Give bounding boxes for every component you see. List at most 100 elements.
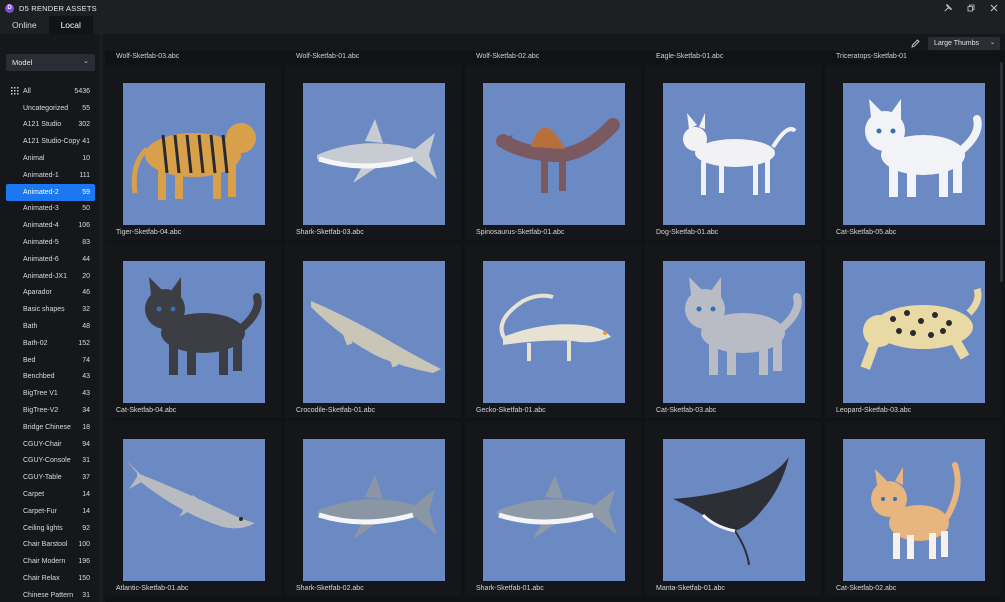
asset-card[interactable]: Cat-Sketfab-04.abc — [105, 243, 281, 418]
edit-icon[interactable] — [908, 37, 922, 50]
category-item[interactable]: BigTree-V2 34 — [6, 402, 95, 419]
pin-icon[interactable] — [936, 0, 959, 16]
category-item[interactable]: Chair Modern 196 — [6, 553, 95, 570]
asset-card[interactable]: Shark-Sketfab-02.abc — [285, 421, 461, 596]
category-item[interactable]: Animal 10 — [6, 150, 95, 167]
asset-thumbnail[interactable] — [483, 261, 625, 403]
category-item[interactable]: A121 Studio-Copy 41 — [6, 133, 95, 150]
tab-local[interactable]: Local — [48, 16, 93, 34]
asset-card[interactable]: Manta-Sketfab-01.abc — [645, 421, 821, 596]
asset-card[interactable]: Crocodile-Sketfab-01.abc — [285, 243, 461, 418]
category-label: A121 Studio-Copy — [23, 138, 80, 146]
asset-label: Wolf-Sketfab-02.abc — [476, 53, 540, 60]
category-item[interactable]: Aparador 46 — [6, 285, 95, 302]
asset-thumbnail[interactable] — [663, 83, 805, 225]
category-item[interactable]: Ceiling lights 92 — [6, 520, 95, 537]
category-item[interactable]: All 5436 — [6, 83, 95, 100]
category-item[interactable]: Basic shapes 32 — [6, 301, 95, 318]
asset-card[interactable]: Spinosaurus-Sketfab-01.abc — [465, 65, 641, 240]
asset-card[interactable]: Shark-Sketfab-01.abc — [465, 421, 641, 596]
asset-label: Wolf-Sketfab-01.abc — [296, 53, 360, 60]
asset-card[interactable]: Cat-Sketfab-03.abc — [645, 243, 821, 418]
asset-thumbnail[interactable] — [843, 261, 985, 403]
category-item[interactable]: Carpet 14 — [6, 486, 95, 503]
asset-thumbnail[interactable] — [303, 83, 445, 225]
category-item[interactable]: Uncategorized 55 — [6, 100, 95, 117]
category-count: 196 — [78, 558, 90, 566]
asset-card[interactable]: Atlantic-Sketfab-01.abc — [105, 421, 281, 596]
app-logo-icon: D — [5, 3, 14, 13]
asset-thumbnail[interactable] — [123, 261, 265, 403]
asset-thumbnail[interactable] — [843, 439, 985, 581]
asset-label: Manta-Sketfab-01.abc — [656, 585, 725, 592]
asset-thumbnail[interactable] — [483, 83, 625, 225]
category-item[interactable]: Bath-02 152 — [6, 335, 95, 352]
tab-bar: Online Local — [0, 16, 1005, 34]
category-item[interactable]: Benchbed 43 — [6, 369, 95, 386]
category-count: 55 — [82, 104, 90, 112]
category-label: Carpet-Fur — [23, 507, 57, 515]
category-count: 37 — [82, 474, 90, 482]
category-count: 74 — [82, 356, 90, 364]
close-icon[interactable] — [982, 0, 1005, 16]
category-item[interactable]: Animated-3 50 — [6, 201, 95, 218]
category-count: 5436 — [74, 87, 90, 95]
asset-thumbnail[interactable] — [483, 439, 625, 581]
tab-online[interactable]: Online — [0, 16, 49, 34]
asset-card[interactable]: Shark-Sketfab-03.abc — [285, 65, 461, 240]
category-item[interactable]: Carpet-Fur 14 — [6, 503, 95, 520]
chevron-down-icon: ⌄ — [989, 40, 995, 46]
category-count: 46 — [82, 289, 90, 297]
asset-type-dropdown[interactable]: Model ⌄ — [6, 54, 95, 71]
asset-card[interactable]: Cat-Sketfab-02.abc — [825, 421, 1001, 596]
category-item[interactable]: Animated-6 44 — [6, 251, 95, 268]
thumb-size-dropdown[interactable]: Large Thumbs ⌄ — [928, 37, 1000, 50]
category-item[interactable]: Animated-5 83 — [6, 234, 95, 251]
category-item[interactable]: CGUY-Console 31 — [6, 453, 95, 470]
asset-card[interactable]: Leopard-Sketfab-03.abc — [825, 243, 1001, 418]
category-item[interactable]: Bridge Chinese 18 — [6, 419, 95, 436]
category-count: 48 — [82, 323, 90, 331]
asset-thumbnail[interactable] — [843, 83, 985, 225]
asset-thumbnail[interactable] — [303, 261, 445, 403]
category-count: 100 — [78, 541, 90, 549]
asset-thumbnail[interactable] — [663, 261, 805, 403]
asset-label: Triceratops-Sketfab-01 — [836, 53, 907, 60]
category-item[interactable]: A121 Studio 302 — [6, 117, 95, 134]
asset-label: Wolf-Sketfab-03.abc — [116, 53, 180, 60]
asset-thumbnail[interactable] — [123, 439, 265, 581]
category-label: All — [23, 87, 31, 95]
sidebar-scrollbar[interactable] — [99, 34, 103, 602]
category-item[interactable]: CGUY-Chair 94 — [6, 436, 95, 453]
asset-card[interactable]: Tiger-Sketfab-04.abc — [105, 65, 281, 240]
category-item[interactable]: Chair Barstool 100 — [6, 537, 95, 554]
category-item[interactable]: Bath 48 — [6, 318, 95, 335]
category-item[interactable]: BigTree V1 43 — [6, 385, 95, 402]
category-item[interactable]: Animated-4 106 — [6, 217, 95, 234]
restore-icon[interactable] — [959, 0, 982, 16]
asset-type-value: Model — [12, 58, 33, 67]
category-item[interactable]: Chinese Pattern 31 — [6, 587, 95, 602]
category-item[interactable]: Animated-1 111 — [6, 167, 95, 184]
category-item[interactable]: Animated-2 59 — [6, 183, 95, 201]
category-list: All 5436 Uncategorized 55 A121 Studio 302 A121… — [6, 83, 95, 602]
category-label: Uncategorized — [23, 104, 69, 112]
grid-scrollbar[interactable] — [1000, 62, 1003, 282]
asset-card[interactable]: Dog-Sketfab-01.abc — [645, 65, 821, 240]
category-item[interactable]: CGUY-Table 37 — [6, 469, 95, 486]
category-count: 18 — [82, 423, 90, 431]
category-count: 150 — [78, 575, 90, 582]
asset-card[interactable]: Gecko-Sketfab-01.abc — [465, 243, 641, 418]
category-label: Animated-3 — [23, 205, 59, 213]
category-item[interactable]: Bed 74 — [6, 352, 95, 369]
category-item[interactable]: Chair Relax 150 — [6, 570, 95, 587]
asset-thumbnail[interactable] — [303, 439, 445, 581]
category-label: BigTree V1 — [23, 390, 58, 398]
asset-card[interactable]: Cat-Sketfab-05.abc — [825, 65, 1001, 240]
category-count: 41 — [82, 138, 90, 146]
category-item[interactable]: Animated-JX1 20 — [6, 268, 95, 285]
asset-thumbnail[interactable] — [663, 439, 805, 581]
category-label: Basic shapes — [23, 306, 65, 314]
asset-thumbnail[interactable] — [123, 83, 265, 225]
category-label: CGUY-Table — [23, 474, 62, 482]
